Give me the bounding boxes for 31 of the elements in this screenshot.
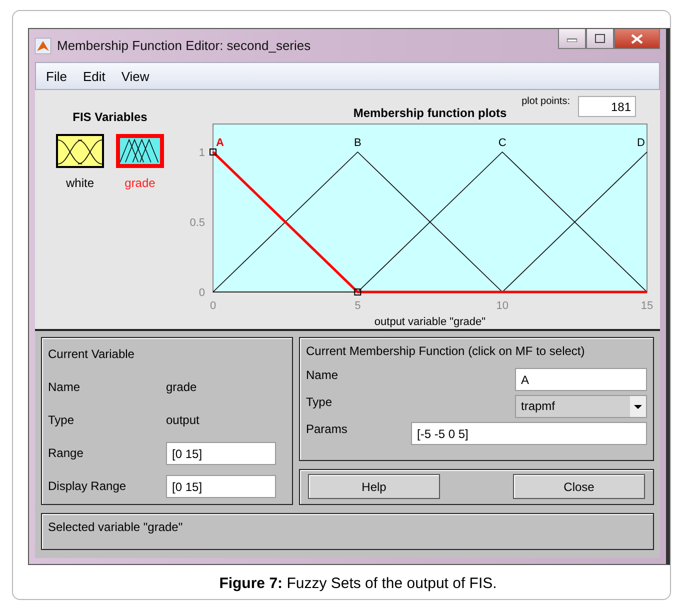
mf-label: D [637, 137, 645, 150]
y-tick-label: 0.5 [190, 217, 205, 230]
x-tick-label: 0 [210, 300, 216, 312]
y-tick-label: 0 [198, 287, 205, 300]
field-value: output [166, 413, 200, 428]
panel-title: Current Variable [48, 347, 136, 362]
mf-label: A [216, 137, 224, 150]
mf-label: C [498, 137, 506, 150]
panel-title: Current Membership Function (click on MF to select) [306, 344, 586, 358]
field-value: grade [166, 380, 198, 394]
x-tick-label: 10 [496, 300, 508, 312]
mf-label: B [354, 137, 362, 150]
chart-title: Membership function plots [353, 106, 507, 120]
x-tick-label: 15 [640, 300, 654, 312]
plot-points-label: plot points: [522, 96, 570, 108]
variable-label: white [66, 176, 94, 190]
y-tick-label: 1 [198, 147, 205, 160]
variable-label: grade [124, 176, 156, 190]
field-label: Name [306, 368, 338, 382]
window-title: Membership Function Editor: second_series [57, 38, 311, 53]
x-tick-label: 5 [354, 300, 361, 312]
field-label: Display Range [48, 479, 128, 494]
x-axis-label: output variable "grade" [374, 316, 486, 328]
field-label: Name [48, 380, 82, 394]
field-label: Range [48, 446, 84, 460]
fis-variables-title: FIS Variables [72, 110, 148, 124]
figure-caption: Figure 7: Fuzzy Sets of the output of FIS. [218, 575, 498, 592]
field-label: Params [306, 422, 348, 436]
field-label: Type [306, 394, 332, 409]
field-label: Type [48, 413, 76, 428]
status-text: Selected variable "grade" [48, 520, 183, 534]
